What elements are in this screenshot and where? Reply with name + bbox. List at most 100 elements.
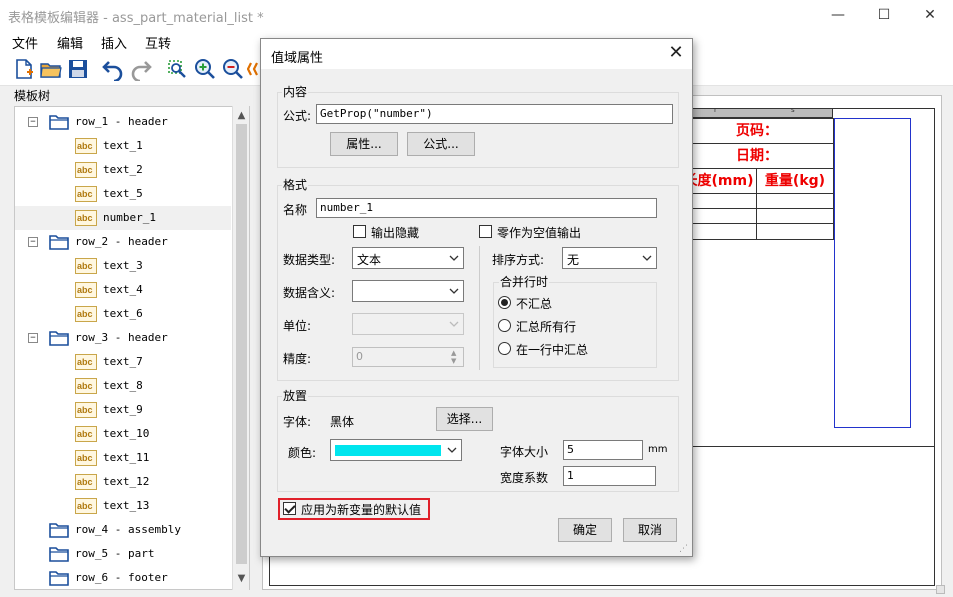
tree-item-row[interactable]: abc text_1 — [15, 134, 231, 158]
choose-font-button[interactable]: 选择... — [436, 407, 493, 431]
sort-label: 排序方式: — [492, 253, 545, 267]
menu-insert[interactable]: 插入 — [101, 33, 127, 52]
scroll-up-icon[interactable]: ▲ — [233, 107, 250, 124]
spin-arrows-icon[interactable]: ▲ ▼ — [451, 349, 456, 365]
tree-group-row[interactable]: row_5 - part — [15, 542, 231, 566]
precision-spinbox[interactable]: 0 — [352, 347, 464, 367]
scroll-down-icon[interactable]: ▼ — [233, 570, 250, 587]
formula-button[interactable]: 公式... — [407, 132, 475, 156]
color-select[interactable] — [330, 439, 462, 461]
formula-input[interactable]: GetProp("number") — [316, 104, 673, 124]
tree-group-row[interactable]: row_4 - assembly — [15, 518, 231, 542]
zero-as-empty-label: 零作为空值输出 — [497, 226, 582, 240]
canvas-resize-grip[interactable] — [936, 585, 945, 594]
menu-edit[interactable]: 编辑 — [57, 33, 83, 52]
tree-item-row[interactable]: abc text_10 — [15, 422, 231, 446]
redo-icon[interactable] — [129, 57, 153, 81]
name-label: 名称 — [283, 203, 308, 217]
merge-none-radio[interactable] — [498, 296, 511, 309]
output-hidden-checkbox[interactable] — [353, 225, 366, 238]
formula-label: 公式: — [283, 109, 312, 123]
collapse-icon[interactable]: − — [28, 117, 38, 127]
folder-icon — [49, 235, 69, 250]
more-tools-icon[interactable] — [247, 57, 259, 81]
folder-icon — [49, 547, 69, 562]
merge-all-radio[interactable] — [498, 319, 511, 332]
page-number-cell[interactable]: 页码： — [680, 118, 834, 144]
tree-group-row[interactable]: − row_2 - header — [15, 230, 231, 254]
open-folder-icon[interactable] — [39, 57, 63, 81]
sort-select[interactable]: 无 — [562, 247, 657, 269]
content-group-label: 内容 — [282, 83, 309, 100]
merge-one-line-radio[interactable] — [498, 342, 511, 355]
tree-item-row[interactable]: abc text_7 — [15, 350, 231, 374]
unit-select[interactable] — [352, 313, 464, 335]
meaning-select[interactable] — [352, 280, 464, 302]
folder-icon — [49, 331, 69, 346]
ok-button[interactable]: 确定 — [558, 518, 612, 542]
text-field-icon: abc — [75, 138, 97, 154]
table-cell[interactable] — [756, 193, 834, 209]
weight-label: 重量(kg) — [764, 173, 826, 189]
resize-grip-icon[interactable]: ⋰ — [679, 544, 688, 554]
tree-item-row[interactable]: abc number_1 — [15, 206, 231, 230]
collapse-icon[interactable]: − — [28, 333, 38, 343]
maximize-button[interactable]: ☐ — [861, 0, 907, 30]
tree-item-row[interactable]: abc text_3 — [15, 254, 231, 278]
unit-label: 单位: — [283, 319, 312, 333]
tree-item-row[interactable]: abc text_2 — [15, 158, 231, 182]
cancel-button[interactable]: 取消 — [623, 518, 677, 542]
collapse-icon[interactable]: − — [28, 237, 38, 247]
tree-item-label: text_5 — [103, 187, 143, 200]
svg-text:abc: abc — [77, 165, 93, 175]
date-label: 日期： — [736, 148, 778, 164]
properties-button[interactable]: 属性... — [330, 132, 398, 156]
zero-as-empty-checkbox[interactable] — [479, 225, 492, 238]
svg-text:abc: abc — [77, 477, 93, 487]
name-input[interactable]: number_1 — [316, 198, 657, 218]
font-size-input[interactable]: 5 — [563, 440, 643, 460]
tree-item-row[interactable]: abc text_5 — [15, 182, 231, 206]
text-field-icon: abc — [75, 162, 97, 178]
tree-group-row[interactable]: row_6 - footer — [15, 566, 231, 589]
field-properties-dialog: 值域属性 ✕ 内容 公式: GetProp("number") 属性... 公式… — [260, 38, 693, 557]
template-tree[interactable]: − row_1 - header abc text_1 abc text_2 abc text… — [14, 106, 250, 590]
tree-item-row[interactable]: abc text_12 — [15, 470, 231, 494]
tree-item-row[interactable]: abc text_4 — [15, 278, 231, 302]
table-cell[interactable] — [756, 208, 834, 224]
tree-item-row[interactable]: abc text_6 — [15, 302, 231, 326]
menu-convert[interactable]: 互转 — [145, 33, 171, 52]
apply-default-checkbox[interactable] — [283, 502, 296, 515]
menu-file[interactable]: 文件 — [12, 33, 38, 52]
tree-scrollbar[interactable]: ▲ ▼ — [232, 106, 249, 590]
length-label: 长度(mm) — [683, 173, 754, 189]
output-hidden-label: 输出隐藏 — [371, 226, 420, 240]
width-factor-input[interactable]: 1 — [563, 466, 656, 486]
table-cell[interactable] — [756, 223, 834, 240]
zoom-out-icon[interactable] — [221, 57, 245, 81]
tree-item-row[interactable]: abc text_8 — [15, 374, 231, 398]
chevron-down-icon — [642, 255, 652, 261]
zoom-in-icon[interactable] — [193, 57, 217, 81]
date-cell[interactable]: 日期： — [680, 143, 834, 169]
tree-item-row[interactable]: abc text_11 — [15, 446, 231, 470]
new-file-icon[interactable] — [12, 57, 36, 81]
weight-header-cell[interactable]: 重量(kg) — [756, 168, 834, 194]
tree-group-row[interactable]: − row_1 - header — [15, 110, 231, 134]
datatype-select[interactable]: 文本 — [352, 247, 464, 269]
tree-item-row[interactable]: abc text_9 — [15, 398, 231, 422]
tree-group-row[interactable]: − row_3 - header — [15, 326, 231, 350]
chevron-down-icon — [449, 321, 459, 327]
undo-icon[interactable] — [101, 57, 125, 81]
tree-item-row[interactable]: abc text_13 — [15, 494, 231, 518]
close-window-button[interactable]: ✕ — [907, 0, 953, 30]
scroll-thumb[interactable] — [236, 124, 247, 564]
column-ruler: r s — [680, 106, 833, 118]
zoom-fit-icon[interactable] — [165, 57, 189, 81]
svg-text:abc: abc — [77, 285, 93, 295]
width-factor-label: 宽度系数 — [500, 471, 549, 485]
dialog-title: 值域属性 — [271, 51, 324, 66]
close-icon[interactable]: ✕ — [663, 42, 689, 66]
minimize-button[interactable]: — — [815, 0, 861, 30]
save-icon[interactable] — [66, 57, 90, 81]
